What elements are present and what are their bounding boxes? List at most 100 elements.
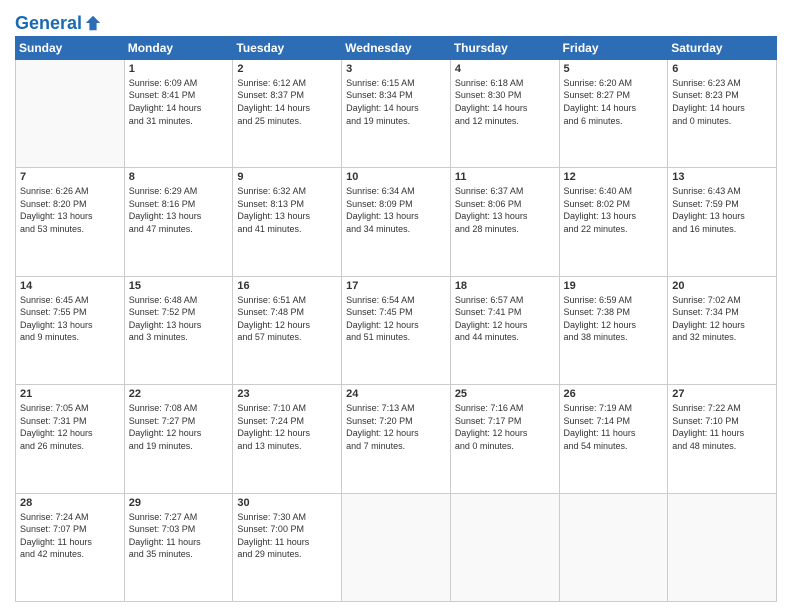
calendar-cell: 15 Sunrise: 6:48 AM Sunset: 7:52 PM Dayli…: [124, 276, 233, 384]
calendar-cell: 29 Sunrise: 7:27 AM Sunset: 7:03 PM Dayli…: [124, 493, 233, 601]
calendar-cell: 28 Sunrise: 7:24 AM Sunset: 7:07 PM Dayli…: [16, 493, 125, 601]
calendar-cell: 18 Sunrise: 6:57 AM Sunset: 7:41 PM Dayli…: [450, 276, 559, 384]
day-info: Sunrise: 6:20 AM Sunset: 8:27 PM Dayligh…: [564, 77, 664, 127]
day-number: 26: [564, 388, 664, 400]
day-info: Sunrise: 6:57 AM Sunset: 7:41 PM Dayligh…: [455, 294, 555, 344]
calendar-cell: 27 Sunrise: 7:22 AM Sunset: 7:10 PM Dayli…: [668, 385, 777, 493]
day-info: Sunrise: 6:45 AM Sunset: 7:55 PM Dayligh…: [20, 294, 120, 344]
day-info: Sunrise: 7:24 AM Sunset: 7:07 PM Dayligh…: [20, 511, 120, 561]
calendar-cell: 23 Sunrise: 7:10 AM Sunset: 7:24 PM Dayli…: [233, 385, 342, 493]
calendar-cell: 12Sunrise: 6:40 AM Sunset: 8:02 PM Dayli…: [559, 168, 668, 276]
day-number: 29: [129, 497, 229, 509]
day-number: 28: [20, 497, 120, 509]
weekday-header-monday: Monday: [124, 36, 233, 59]
day-number: 7: [20, 171, 120, 183]
day-number: 13: [672, 171, 772, 183]
day-number: 5: [564, 63, 664, 75]
day-info: Sunrise: 6:48 AM Sunset: 7:52 PM Dayligh…: [129, 294, 229, 344]
calendar-cell: 11 Sunrise: 6:37 AM Sunset: 8:06 PM Dayli…: [450, 168, 559, 276]
day-number: 10: [346, 171, 446, 183]
day-info: Sunrise: 6:26 AM Sunset: 8:20 PM Dayligh…: [20, 185, 120, 235]
day-info: Sunrise: 7:30 AM Sunset: 7:00 PM Dayligh…: [237, 511, 337, 561]
day-info: Sunrise: 6:34 AM Sunset: 8:09 PM Dayligh…: [346, 185, 446, 235]
calendar-cell: 22 Sunrise: 7:08 AM Sunset: 7:27 PM Dayli…: [124, 385, 233, 493]
calendar-cell: 8 Sunrise: 6:29 AM Sunset: 8:16 PM Daylig…: [124, 168, 233, 276]
day-info: Sunrise: 7:10 AM Sunset: 7:24 PM Dayligh…: [237, 402, 337, 452]
calendar-cell: 26 Sunrise: 7:19 AM Sunset: 7:14 PM Dayli…: [559, 385, 668, 493]
calendar-cell: 4 Sunrise: 6:18 AM Sunset: 8:30 PM Daylig…: [450, 59, 559, 167]
day-info: Sunrise: 7:13 AM Sunset: 7:20 PM Dayligh…: [346, 402, 446, 452]
calendar-cell: 10 Sunrise: 6:34 AM Sunset: 8:09 PM Dayli…: [342, 168, 451, 276]
calendar-cell: 13 Sunrise: 6:43 AM Sunset: 7:59 PM Dayli…: [668, 168, 777, 276]
calendar-cell: 1Sunrise: 6:09 AM Sunset: 8:41 PM Daylig…: [124, 59, 233, 167]
day-number: 12: [564, 171, 664, 183]
day-number: 11: [455, 171, 555, 183]
calendar-cell: 9 Sunrise: 6:32 AM Sunset: 8:13 PM Daylig…: [233, 168, 342, 276]
day-info: Sunrise: 7:19 AM Sunset: 7:14 PM Dayligh…: [564, 402, 664, 452]
weekday-header-wednesday: Wednesday: [342, 36, 451, 59]
day-number: 23: [237, 388, 337, 400]
weekday-header-tuesday: Tuesday: [233, 36, 342, 59]
calendar-cell: 17Sunrise: 6:54 AM Sunset: 7:45 PM Dayli…: [342, 276, 451, 384]
day-info: Sunrise: 7:22 AM Sunset: 7:10 PM Dayligh…: [672, 402, 772, 452]
calendar-cell: 20 Sunrise: 7:02 AM Sunset: 7:34 PM Dayli…: [668, 276, 777, 384]
calendar-table: SundayMondayTuesdayWednesdayThursdayFrid…: [15, 36, 777, 602]
day-number: 15: [129, 280, 229, 292]
calendar-cell: 21Sunrise: 7:05 AM Sunset: 7:31 PM Dayli…: [16, 385, 125, 493]
day-info: Sunrise: 6:18 AM Sunset: 8:30 PM Dayligh…: [455, 77, 555, 127]
page: General SundayMondayTuesdayWednesdayThur…: [0, 0, 792, 612]
calendar-cell: [342, 493, 451, 601]
calendar-cell: 16Sunrise: 6:51 AM Sunset: 7:48 PM Dayli…: [233, 276, 342, 384]
calendar-week-3: 14 Sunrise: 6:45 AM Sunset: 7:55 PM Dayli…: [16, 276, 777, 384]
weekday-header-thursday: Thursday: [450, 36, 559, 59]
calendar-header-row: SundayMondayTuesdayWednesdayThursdayFrid…: [16, 36, 777, 59]
day-info: Sunrise: 6:15 AM Sunset: 8:34 PM Dayligh…: [346, 77, 446, 127]
day-number: 30: [237, 497, 337, 509]
day-number: 6: [672, 63, 772, 75]
day-info: Sunrise: 7:27 AM Sunset: 7:03 PM Dayligh…: [129, 511, 229, 561]
calendar-cell: 14 Sunrise: 6:45 AM Sunset: 7:55 PM Dayli…: [16, 276, 125, 384]
day-info: Sunrise: 7:02 AM Sunset: 7:34 PM Dayligh…: [672, 294, 772, 344]
logo-icon: [84, 14, 102, 32]
day-info: Sunrise: 6:37 AM Sunset: 8:06 PM Dayligh…: [455, 185, 555, 235]
day-number: 14: [20, 280, 120, 292]
weekday-header-friday: Friday: [559, 36, 668, 59]
logo: General: [15, 14, 102, 30]
day-number: 8: [129, 171, 229, 183]
day-info: Sunrise: 7:08 AM Sunset: 7:27 PM Dayligh…: [129, 402, 229, 452]
day-info: Sunrise: 6:43 AM Sunset: 7:59 PM Dayligh…: [672, 185, 772, 235]
day-number: 16: [237, 280, 337, 292]
day-number: 25: [455, 388, 555, 400]
day-number: 9: [237, 171, 337, 183]
calendar-cell: [450, 493, 559, 601]
day-info: Sunrise: 6:32 AM Sunset: 8:13 PM Dayligh…: [237, 185, 337, 235]
day-number: 22: [129, 388, 229, 400]
day-info: Sunrise: 6:59 AM Sunset: 7:38 PM Dayligh…: [564, 294, 664, 344]
day-number: 4: [455, 63, 555, 75]
day-number: 18: [455, 280, 555, 292]
calendar-week-5: 28 Sunrise: 7:24 AM Sunset: 7:07 PM Dayli…: [16, 493, 777, 601]
day-number: 24: [346, 388, 446, 400]
calendar-cell: 7 Sunrise: 6:26 AM Sunset: 8:20 PM Daylig…: [16, 168, 125, 276]
day-number: 27: [672, 388, 772, 400]
day-number: 1: [129, 63, 229, 75]
day-info: Sunrise: 6:23 AM Sunset: 8:23 PM Dayligh…: [672, 77, 772, 127]
calendar-cell: 6 Sunrise: 6:23 AM Sunset: 8:23 PM Daylig…: [668, 59, 777, 167]
day-info: Sunrise: 7:05 AM Sunset: 7:31 PM Dayligh…: [20, 402, 120, 452]
calendar-cell: [16, 59, 125, 167]
calendar-cell: 19Sunrise: 6:59 AM Sunset: 7:38 PM Dayli…: [559, 276, 668, 384]
calendar-week-4: 21Sunrise: 7:05 AM Sunset: 7:31 PM Dayli…: [16, 385, 777, 493]
day-number: 3: [346, 63, 446, 75]
weekday-header-saturday: Saturday: [668, 36, 777, 59]
calendar-cell: [559, 493, 668, 601]
calendar-cell: [668, 493, 777, 601]
calendar-cell: 2Sunrise: 6:12 AM Sunset: 8:37 PM Daylig…: [233, 59, 342, 167]
day-info: Sunrise: 6:54 AM Sunset: 7:45 PM Dayligh…: [346, 294, 446, 344]
day-number: 2: [237, 63, 337, 75]
weekday-header-sunday: Sunday: [16, 36, 125, 59]
day-number: 20: [672, 280, 772, 292]
calendar-cell: 24 Sunrise: 7:13 AM Sunset: 7:20 PM Dayli…: [342, 385, 451, 493]
day-info: Sunrise: 6:29 AM Sunset: 8:16 PM Dayligh…: [129, 185, 229, 235]
calendar-cell: 25Sunrise: 7:16 AM Sunset: 7:17 PM Dayli…: [450, 385, 559, 493]
logo-text: General: [15, 14, 82, 34]
